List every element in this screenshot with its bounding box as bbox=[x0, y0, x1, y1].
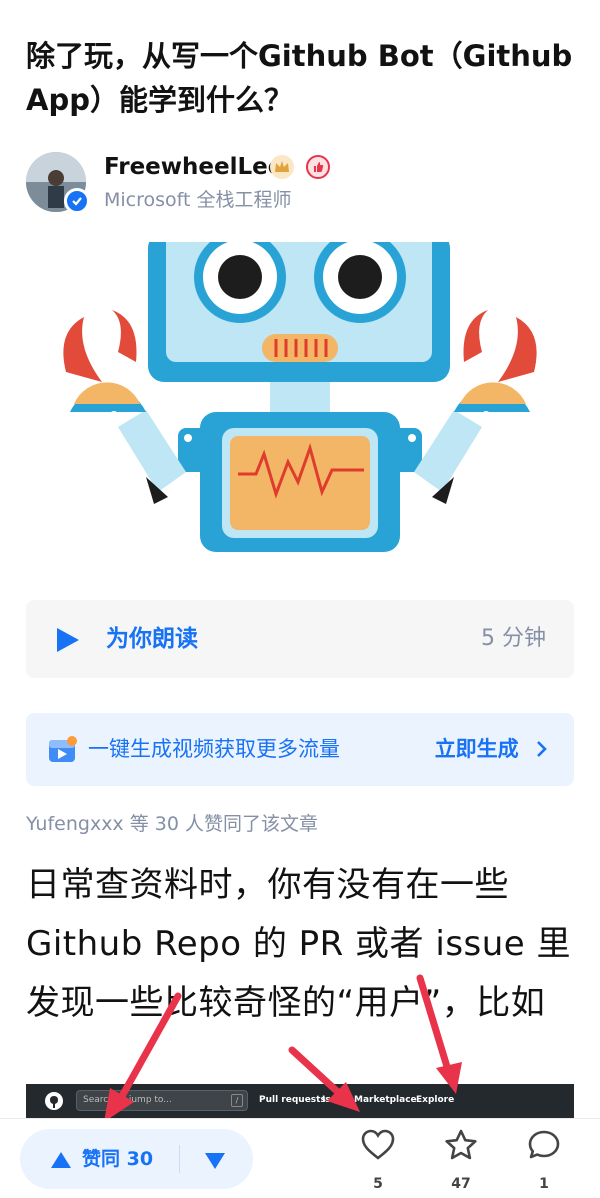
thumb-badge-icon bbox=[306, 155, 330, 179]
upvote-button[interactable]: 赞同 30 bbox=[20, 1129, 178, 1189]
crown-badge-icon bbox=[270, 155, 294, 179]
like-button[interactable]: 5 bbox=[353, 1127, 403, 1193]
github-search-placeholder: Search or jump to... bbox=[83, 1095, 172, 1105]
likers-summary[interactable]: Yufengxxx 等 30 人赞同了该文章 bbox=[26, 809, 318, 839]
read-aloud-card[interactable]: 为你朗读 5 分钟 bbox=[26, 600, 574, 678]
author-name[interactable]: FreewheelLee bbox=[104, 152, 283, 182]
author-description: Microsoft 全栈工程师 bbox=[104, 189, 292, 211]
author-row[interactable]: FreewheelLee Microsoft 全栈工程师 bbox=[26, 152, 574, 214]
favorite-button[interactable]: 47 bbox=[436, 1127, 486, 1193]
github-nav-explore: Explore bbox=[416, 1095, 455, 1105]
github-search-field: Search or jump to... / bbox=[76, 1090, 248, 1111]
github-screenshot: Search or jump to... / Pull requests Iss… bbox=[26, 1084, 574, 1118]
like-count: 5 bbox=[373, 1176, 383, 1192]
comment-button[interactable]: 1 bbox=[519, 1127, 569, 1193]
github-slash-key: / bbox=[231, 1094, 243, 1107]
robot-illustration bbox=[26, 231, 574, 560]
vote-group: 赞同 30 bbox=[20, 1129, 253, 1189]
upvote-triangle-icon bbox=[50, 1151, 72, 1173]
downvote-button[interactable] bbox=[182, 1129, 253, 1189]
github-nav-marketplace: Marketplace bbox=[354, 1095, 417, 1105]
star-icon bbox=[445, 1129, 477, 1160]
bottom-action-bar: 赞同 30 5 47 1 bbox=[0, 1118, 600, 1198]
github-logo-icon bbox=[44, 1091, 64, 1115]
chevron-right-icon bbox=[537, 741, 547, 757]
comment-count: 1 bbox=[539, 1176, 549, 1192]
article-paragraph: 日常查资料时，你有没有在一些Github Repo 的 PR 或者 issue … bbox=[26, 865, 572, 1023]
video-promo-label: 一键生成视频获取更多流量 bbox=[88, 737, 340, 761]
upvote-label: 赞同 30 bbox=[82, 1148, 154, 1170]
downvote-triangle-icon bbox=[204, 1152, 226, 1174]
generate-now-label: 立即生成 bbox=[434, 737, 519, 761]
github-nav-issues: Issues bbox=[322, 1095, 334, 1105]
generate-now-button[interactable]: 立即生成 bbox=[435, 732, 548, 766]
play-icon[interactable] bbox=[54, 627, 80, 657]
comment-icon bbox=[528, 1130, 560, 1159]
heart-icon bbox=[361, 1129, 395, 1160]
video-promo-card[interactable]: 一键生成视频获取更多流量 立即生成 bbox=[26, 713, 574, 786]
read-aloud-label: 为你朗读 bbox=[106, 626, 198, 652]
favorite-count: 47 bbox=[451, 1176, 471, 1192]
article-title: 除了玩，从写一个Github Bot（Github App）能学到什么？ bbox=[26, 39, 573, 117]
read-duration: 5 分钟 bbox=[481, 626, 546, 651]
github-nav-pull-requests: Pull requests bbox=[259, 1095, 326, 1105]
video-icon bbox=[48, 735, 78, 769]
vote-divider bbox=[179, 1145, 180, 1173]
verified-icon bbox=[64, 188, 90, 214]
